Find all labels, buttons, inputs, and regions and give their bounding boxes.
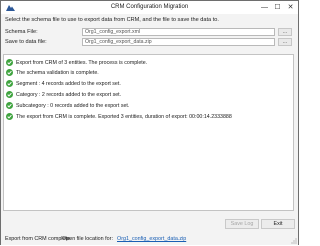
log-text: Segment : 4 records added to the export … xyxy=(16,81,121,87)
export-log[interactable]: Export from CRM of 3 entities. The proce… xyxy=(3,54,294,211)
resize-grip-icon[interactable] xyxy=(290,237,297,244)
window-title: CRM Configuration Migration xyxy=(110,4,189,10)
title-bar: CRM Configuration Migration — ☐ ✕ xyxy=(1,1,298,14)
data-file-link[interactable]: Org1_config_export_data.zip xyxy=(117,234,186,244)
log-text: Export from CRM of 3 entities. The proce… xyxy=(16,60,148,66)
success-check-icon xyxy=(6,80,13,87)
success-check-icon xyxy=(6,69,13,76)
open-location-label: Open file location for: xyxy=(62,236,113,242)
maximize-button[interactable]: ☐ xyxy=(271,2,284,13)
save-file-field[interactable]: Org1_config_export_data.zip xyxy=(82,38,275,46)
log-text: Category : 2 records added to the export… xyxy=(16,92,122,98)
instruction-text: Select the schema file to use to export … xyxy=(5,17,219,23)
schema-file-label: Schema File: xyxy=(5,29,38,35)
close-button[interactable]: ✕ xyxy=(284,2,297,13)
schema-file-field[interactable]: Org1_config_export.xml xyxy=(82,28,275,36)
log-text: Subcategory : 0 records added to the exp… xyxy=(16,103,130,109)
minimize-button[interactable]: — xyxy=(258,2,271,13)
application-window: CRM Configuration Migration — ☐ ✕ Select… xyxy=(0,0,299,245)
save-file-label: Save to data file: xyxy=(5,39,47,45)
success-check-icon xyxy=(6,91,13,98)
log-text: The schema validation is complete. xyxy=(16,70,99,76)
save-browse-button[interactable]: ... xyxy=(278,38,292,46)
exit-button[interactable]: Exit xyxy=(261,219,295,229)
save-log-button[interactable]: Save Log xyxy=(225,219,259,229)
success-check-icon xyxy=(6,113,13,120)
success-check-icon xyxy=(6,59,13,66)
success-check-icon xyxy=(6,102,13,109)
status-bar: Export from CRM complete. Open file loca… xyxy=(1,234,298,245)
log-text: The export from CRM is complete. Exporte… xyxy=(16,114,232,120)
schema-browse-button[interactable]: ... xyxy=(278,28,292,36)
